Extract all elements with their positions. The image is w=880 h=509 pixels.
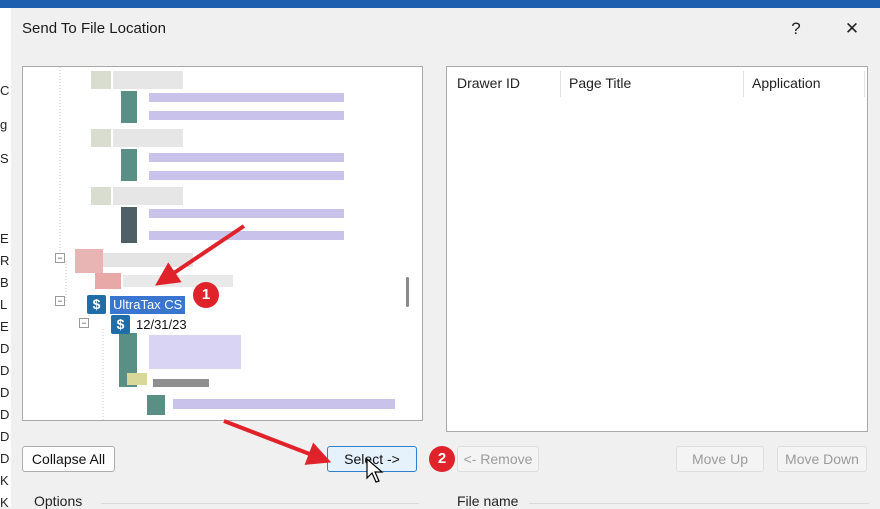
annotation-overlay [155,224,332,465]
mouse-cursor-icon [366,458,384,483]
annotation-arrow-2 [223,419,332,465]
annotation-badge-2: 2 [429,446,455,472]
annotation-arrow-1 [155,224,246,286]
annotation-badge-1: 1 [193,282,219,308]
